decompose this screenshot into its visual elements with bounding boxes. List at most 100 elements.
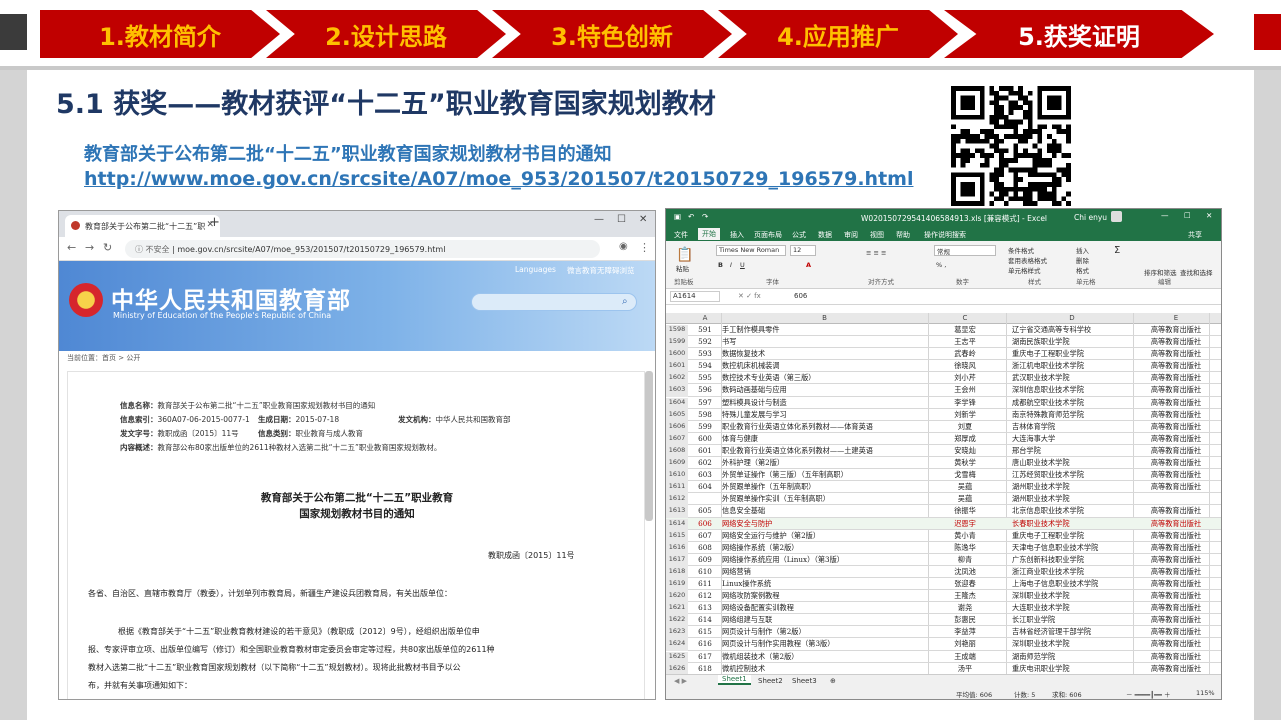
table-row[interactable]: 1623 615 网页设计与制作（第2版） 李益萍 吉林省经济管理干部学院 高等教育出版社 (666, 626, 1221, 640)
table-row[interactable]: 1613 605 信息安全基础 徐振华 北京信息职业技术学院 高等教育出版社 (666, 505, 1221, 519)
minimize-icon[interactable]: — (1161, 211, 1169, 220)
table-cell[interactable]: 黄秋学 (931, 458, 999, 468)
table-cell[interactable]: 605 (690, 506, 720, 515)
find-select-button[interactable]: 查找和选择 (1180, 267, 1213, 277)
table-cell[interactable]: 高等教育出版社 (1136, 482, 1216, 492)
table-cell[interactable]: 葛显宏 (931, 325, 999, 335)
table-cell[interactable]: 613 (690, 603, 720, 612)
table-cell[interactable]: 高等教育出版社 (1136, 506, 1216, 516)
align-icon[interactable]: ≡ ≡ ≡ (866, 249, 886, 257)
table-cell[interactable]: 王会州 (931, 385, 999, 395)
table-cell[interactable]: 江苏经贸职业技术学院 (1012, 470, 1132, 480)
table-cell[interactable]: 邢台学院 (1012, 446, 1132, 456)
table-cell[interactable]: 浙江商业职业技术学院 (1012, 567, 1132, 577)
format-button[interactable]: 格式 (1076, 265, 1089, 275)
column-header-b[interactable]: B (722, 314, 927, 322)
table-cell[interactable]: 大连职业技术学院 (1012, 603, 1132, 613)
table-cell[interactable]: 高等教育出版社 (1136, 398, 1216, 408)
table-cell[interactable]: 刘新学 (931, 410, 999, 420)
table-cell[interactable]: 592 (690, 337, 720, 346)
table-row[interactable]: 1620 612 网络攻防案例教程 王隆杰 深圳职业技术学院 高等教育出版社 (666, 590, 1221, 604)
table-cell[interactable]: 职业教育行业英语立体化系列教材——体育英语 (722, 422, 927, 432)
table-cell[interactable]: 王隆杰 (931, 591, 999, 601)
table-cell[interactable]: 外贸跟单操作实训（五年制高职） (722, 494, 927, 504)
table-row[interactable]: 1600 593 数据恢复技术 武春岭 重庆电子工程职业学院 高等教育出版社 (666, 348, 1221, 362)
table-cell[interactable]: 高等教育出版社 (1136, 470, 1216, 480)
italic-button[interactable]: I (730, 261, 732, 269)
tab-layout[interactable]: 页面布局 (754, 230, 782, 240)
table-cell[interactable]: 李学锋 (931, 398, 999, 408)
table-cell[interactable]: 柳青 (931, 555, 999, 565)
table-cell[interactable]: 高等教育出版社 (1136, 579, 1216, 589)
scrollbar[interactable] (645, 371, 653, 521)
table-cell[interactable]: 广东创新科技职业学院 (1012, 555, 1132, 565)
site-search-input[interactable] (471, 293, 637, 311)
nav-item-awards[interactable]: 5.获奖证明 (944, 10, 1214, 58)
table-row[interactable]: 1612 外贸跟单操作实训（五年制高职） 吴蕴 湖州职业技术学院 (666, 493, 1221, 507)
table-cell[interactable]: 吴蕴 (931, 482, 999, 492)
table-cell[interactable]: 重庆电讯职业学院 (1012, 664, 1132, 674)
tab-data[interactable]: 数据 (818, 230, 832, 240)
tab-insert[interactable]: 插入 (730, 230, 744, 240)
link-weiyan[interactable]: 微言教育 (567, 265, 597, 276)
avatar[interactable] (1111, 211, 1122, 222)
table-row[interactable]: 1611 604 外贸跟单操作（五年制高职） 吴蕴 湖州职业技术学院 高等教育出版社 (666, 481, 1221, 495)
table-row[interactable]: 1609 602 外科护理（第2版） 黄秋学 唐山职业技术学院 高等教育出版社 (666, 457, 1221, 471)
table-cell[interactable]: 天津电子信息职业技术学院 (1012, 543, 1132, 553)
table-cell[interactable]: 湖南师范学院 (1012, 652, 1132, 662)
table-cell[interactable]: 高等教育出版社 (1136, 591, 1216, 601)
sheet-tab-1[interactable]: Sheet1 (718, 675, 751, 685)
table-cell[interactable]: 吴蕴 (931, 494, 999, 504)
table-cell[interactable]: 特殊儿童发展与学习 (722, 410, 927, 420)
table-cell[interactable]: 王成端 (931, 652, 999, 662)
link-accessibility[interactable]: 无障碍浏览 (597, 265, 635, 276)
table-row[interactable]: 1614 606 网络安全与防护 迟恩宇 长春职业技术学院 高等教育出版社 (666, 517, 1221, 531)
table-cell[interactable]: 信息安全基础 (722, 506, 927, 516)
column-header-d[interactable]: D (1012, 314, 1132, 322)
number-format-select[interactable]: 常规 (934, 245, 996, 256)
table-cell[interactable]: 徐振华 (931, 506, 999, 516)
table-cell[interactable]: 608 (690, 543, 720, 552)
paste-icon[interactable]: 📋 (676, 247, 693, 263)
table-cell[interactable]: 彭惠民 (931, 615, 999, 625)
table-cell[interactable]: 高等教育出版社 (1136, 603, 1216, 613)
table-cell[interactable]: 汤平 (931, 664, 999, 674)
maximize-icon[interactable]: ☐ (1184, 211, 1191, 220)
table-cell[interactable]: 长春职业技术学院 (1012, 519, 1132, 529)
table-cell[interactable]: 616 (690, 639, 720, 648)
table-row[interactable]: 1608 601 职业教育行业英语立体化系列教材——土建英语 安晓灿 邢台学院 高等教育出… (666, 445, 1221, 458)
font-size-select[interactable]: 12 (790, 245, 816, 256)
table-row[interactable]: 1607 600 体育与健康 郑厚成 大连海事大学 高等教育出版社 (666, 433, 1221, 446)
cell-style-button[interactable]: 单元格样式 (1008, 265, 1041, 275)
table-cell[interactable]: 数控技术专业英语（第三版） (722, 373, 927, 383)
minimize-icon[interactable]: — (594, 214, 604, 225)
table-cell[interactable]: 刘夏 (931, 422, 999, 432)
table-cell[interactable]: 南京特殊教育师范学院 (1012, 410, 1132, 420)
forward-icon[interactable]: → (85, 241, 94, 254)
formula-input[interactable]: 606 (794, 292, 807, 300)
table-cell[interactable]: 网络组建与互联 (722, 615, 927, 625)
table-cell[interactable]: 深圳职业技术学院 (1012, 639, 1132, 649)
share-button[interactable]: 共享 (1188, 230, 1202, 240)
table-cell[interactable]: 高等教育出版社 (1136, 325, 1216, 335)
table-row[interactable]: 1605 598 特殊儿童发展与学习 刘新学 南京特殊教育师范学院 高等教育出版社 (666, 409, 1221, 422)
table-row[interactable]: 1622 614 网络组建与互联 彭惠民 长江职业学院 高等教育出版社 (666, 614, 1221, 628)
underline-button[interactable]: U (740, 261, 745, 269)
table-row[interactable]: 1619 611 Linux操作系统 张迎春 上海电子信息职业技术学院 高等教育出版社 (666, 578, 1221, 591)
table-cell[interactable]: 成都航空职业技术学院 (1012, 398, 1132, 408)
table-cell[interactable]: 606 (690, 519, 720, 528)
table-cell[interactable]: 高等教育出版社 (1136, 361, 1216, 371)
zoom-slider[interactable]: － ━━━━┃━━ ＋ (1126, 689, 1171, 699)
bold-button[interactable]: B (718, 261, 723, 269)
table-row[interactable]: 1615 607 网络安全运行与维护（第2版） 黄小青 重庆电子工程职业学院 高等教育出版… (666, 530, 1221, 543)
table-cell[interactable]: 深圳职业技术学院 (1012, 591, 1132, 601)
table-cell[interactable]: 高等教育出版社 (1136, 567, 1216, 577)
table-cell[interactable]: 唐山职业技术学院 (1012, 458, 1132, 468)
table-cell[interactable]: 微机组装技术（第2版） (722, 652, 927, 662)
font-color-button[interactable]: A (806, 261, 811, 269)
table-cell[interactable]: 黄小青 (931, 531, 999, 541)
table-cell[interactable]: 高等教育出版社 (1136, 337, 1216, 347)
sheet-tab-3[interactable]: Sheet3 (792, 677, 817, 685)
table-cell[interactable]: 网页设计与制作实用教程（第3版） (722, 639, 927, 649)
redo-icon[interactable]: ↷ (702, 212, 708, 221)
